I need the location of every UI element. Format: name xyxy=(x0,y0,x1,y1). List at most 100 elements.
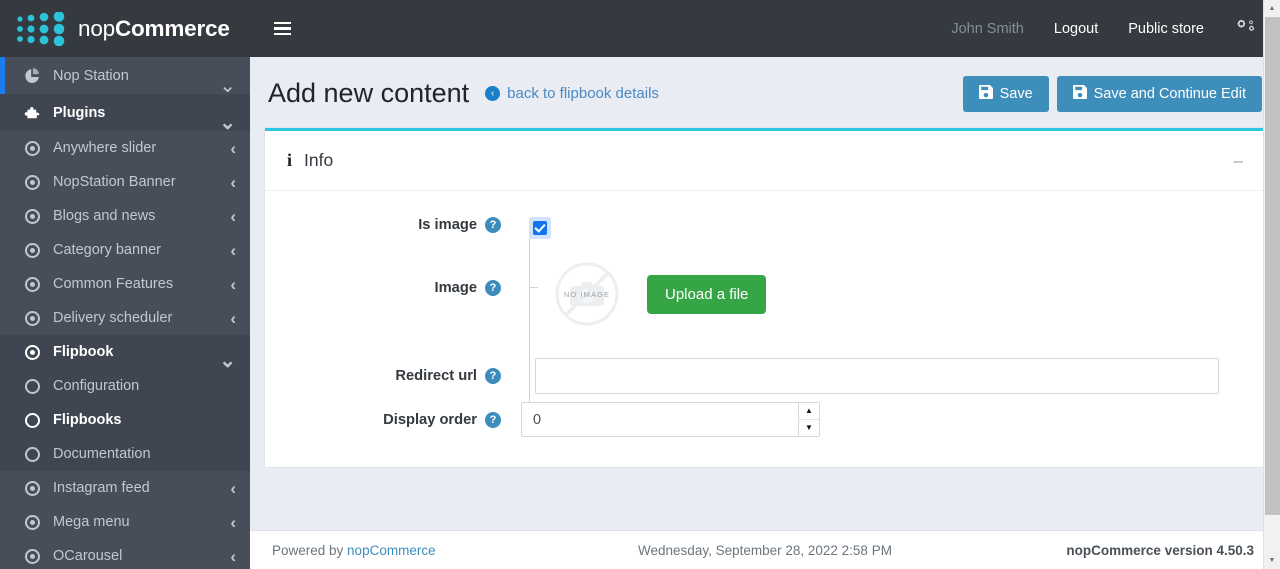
chevron-left-icon[interactable]: ‹ xyxy=(230,514,236,531)
scrollbar-up-arrow-icon[interactable]: ▲ xyxy=(1263,0,1280,17)
is-image-checkbox[interactable] xyxy=(533,221,547,235)
hamburger-icon[interactable] xyxy=(274,21,291,36)
scrollbar-track[interactable] xyxy=(1264,17,1280,552)
info-panel-body: Is image ? Image ? NO IMAGE Upload a fil… xyxy=(265,191,1265,467)
page-header: Add new content ‹ back to flipbook detai… xyxy=(264,57,1266,128)
minus-icon[interactable]: – xyxy=(1234,152,1243,169)
dot-circle-icon xyxy=(22,172,42,192)
floppy-disk-icon xyxy=(1072,84,1087,103)
scrollbar-down-arrow-icon[interactable]: ▼ xyxy=(1263,552,1280,569)
image-picker: NO IMAGE Upload a file xyxy=(529,258,1265,330)
display-order-label: Display order xyxy=(383,411,477,428)
dot-circle-icon xyxy=(22,206,42,226)
chevron-left-icon[interactable]: ‹ xyxy=(230,140,236,157)
scrollbar-thumb[interactable] xyxy=(1264,17,1280,515)
display-order-stepper: ▲ ▼ xyxy=(521,402,820,437)
sidebar-item-ocarousel[interactable]: OCarousel ‹ xyxy=(0,539,250,569)
sidebar-item-flipbooks[interactable]: Flipbooks xyxy=(0,403,250,437)
sidebar-item-common-features[interactable]: Common Features ‹ xyxy=(0,267,250,301)
circle-icon xyxy=(22,376,42,396)
main-column: John Smith Logout Public store Add new c… xyxy=(250,0,1280,569)
sidebar-item-anywhere-slider[interactable]: Anywhere slider ‹ xyxy=(0,131,250,165)
upload-a-file-button[interactable]: Upload a file xyxy=(647,274,767,314)
sidebar-item-label: Blogs and news xyxy=(53,208,156,224)
sidebar-item-label: Plugins xyxy=(53,104,106,121)
chevron-down-icon[interactable]: ⌄ xyxy=(219,76,236,96)
dot-circle-icon xyxy=(22,342,42,362)
sidebar-item-flipbook[interactable]: Flipbook ⌄ xyxy=(0,335,250,371)
sidebar-item-nopstation-banner[interactable]: NopStation Banner ‹ xyxy=(0,165,250,199)
sidebar-item-category-banner[interactable]: Category banner ‹ xyxy=(0,233,250,267)
sidebar-item-label: OCarousel xyxy=(53,548,123,564)
is-image-field xyxy=(513,217,1265,415)
question-circle-icon[interactable]: ? xyxy=(485,280,501,296)
form-row-image: Image ? NO IMAGE Upload a file xyxy=(265,258,1265,330)
no-image-label: NO IMAGE xyxy=(563,289,611,299)
image-label-group: Image ? xyxy=(265,258,513,296)
chevron-left-icon[interactable]: ‹ xyxy=(230,480,236,497)
save-and-continue-edit-button[interactable]: Save and Continue Edit xyxy=(1056,75,1262,112)
sidebar-item-label: Configuration xyxy=(53,378,140,394)
sidebar-item-documentation[interactable]: Documentation xyxy=(0,437,250,471)
footer-nopcommerce-link[interactable]: nopCommerce xyxy=(347,543,436,558)
chevron-left-icon[interactable]: ‹ xyxy=(230,310,236,327)
sidebar-item-delivery-scheduler[interactable]: Delivery scheduler ‹ xyxy=(0,301,250,335)
brand-name-bold: Commerce xyxy=(114,15,230,41)
sidebar-item-label: Common Features xyxy=(53,276,174,292)
brand-name: nopCommerce xyxy=(78,16,230,42)
chevron-down-icon[interactable]: ⌄ xyxy=(219,113,236,133)
arrow-circle-left-icon: ‹ xyxy=(485,86,501,101)
display-order-spinner: ▲ ▼ xyxy=(798,402,820,437)
is-image-label-group: Is image ? xyxy=(265,217,513,233)
spinner-down-icon[interactable]: ▼ xyxy=(799,419,819,436)
puzzle-piece-icon xyxy=(22,103,42,123)
chevron-down-icon[interactable]: ⌄ xyxy=(219,351,236,371)
footer-powered-by: Powered by nopCommerce xyxy=(272,543,436,558)
dot-circle-icon xyxy=(22,138,42,158)
gears-icon[interactable] xyxy=(1236,17,1258,41)
chevron-left-icon[interactable]: ‹ xyxy=(230,174,236,191)
topbar-username[interactable]: John Smith xyxy=(951,21,1024,37)
admin-app: nopCommerce Nop Station ⌄ Plugins ⌄ Anywhere… xyxy=(0,0,1280,569)
sidebar-item-label: Mega menu xyxy=(53,514,130,530)
sidebar-item-label: Nop Station xyxy=(53,67,129,84)
question-circle-icon[interactable]: ? xyxy=(485,217,501,233)
spinner-up-icon[interactable]: ▲ xyxy=(799,403,819,420)
vertical-scrollbar[interactable]: ▲ ▼ xyxy=(1263,0,1280,569)
dot-circle-icon xyxy=(22,512,42,532)
redirect-url-input[interactable] xyxy=(535,358,1219,394)
image-label: Image xyxy=(434,280,477,296)
sidebar-item-label: Anywhere slider xyxy=(53,140,157,156)
sidebar-item-configuration[interactable]: Configuration xyxy=(0,369,250,403)
sidebar-nav: Nop Station ⌄ Plugins ⌄ Anywhere slider ‹ NopS… xyxy=(0,57,250,569)
logout-link[interactable]: Logout xyxy=(1054,21,1098,37)
sidebar-item-label: Instagram feed xyxy=(53,480,150,496)
brand-logo[interactable]: nopCommerce xyxy=(0,0,250,57)
sidebar-item-plugins[interactable]: Plugins ⌄ xyxy=(0,94,250,133)
upload-button-label: Upload a file xyxy=(665,285,749,303)
back-to-flipbook-details-link[interactable]: ‹ back to flipbook details xyxy=(485,85,659,102)
chevron-left-icon[interactable]: ‹ xyxy=(230,276,236,293)
sidebar-item-mega-menu[interactable]: Mega menu ‹ xyxy=(0,505,250,539)
is-image-label: Is image xyxy=(418,217,477,233)
sidebar-item-blogs-and-news[interactable]: Blogs and news ‹ xyxy=(0,199,250,233)
question-circle-icon[interactable]: ? xyxy=(485,411,501,428)
floppy-disk-icon xyxy=(978,84,993,103)
chevron-left-icon[interactable]: ‹ xyxy=(230,242,236,259)
chevron-left-icon[interactable]: ‹ xyxy=(230,208,236,225)
info-icon: i xyxy=(287,150,293,170)
save-button[interactable]: Save xyxy=(962,75,1049,112)
display-order-field: ▲ ▼ xyxy=(513,402,1265,437)
content-area: Add new content ‹ back to flipbook detai… xyxy=(250,57,1280,530)
dot-circle-icon xyxy=(22,478,42,498)
info-panel-title-label: Info xyxy=(304,150,334,170)
sidebar-item-instagram-feed[interactable]: Instagram feed ‹ xyxy=(0,471,250,505)
sidebar-item-label: Category banner xyxy=(53,242,162,258)
chevron-left-icon[interactable]: ‹ xyxy=(230,548,236,565)
page-title: Add new content xyxy=(268,78,470,108)
public-store-link[interactable]: Public store xyxy=(1128,21,1204,37)
display-order-input[interactable] xyxy=(521,402,798,437)
sidebar-item-label: Flipbooks xyxy=(53,412,122,428)
question-circle-icon[interactable]: ? xyxy=(485,368,501,384)
sidebar-item-nop-station[interactable]: Nop Station ⌄ xyxy=(0,57,250,96)
